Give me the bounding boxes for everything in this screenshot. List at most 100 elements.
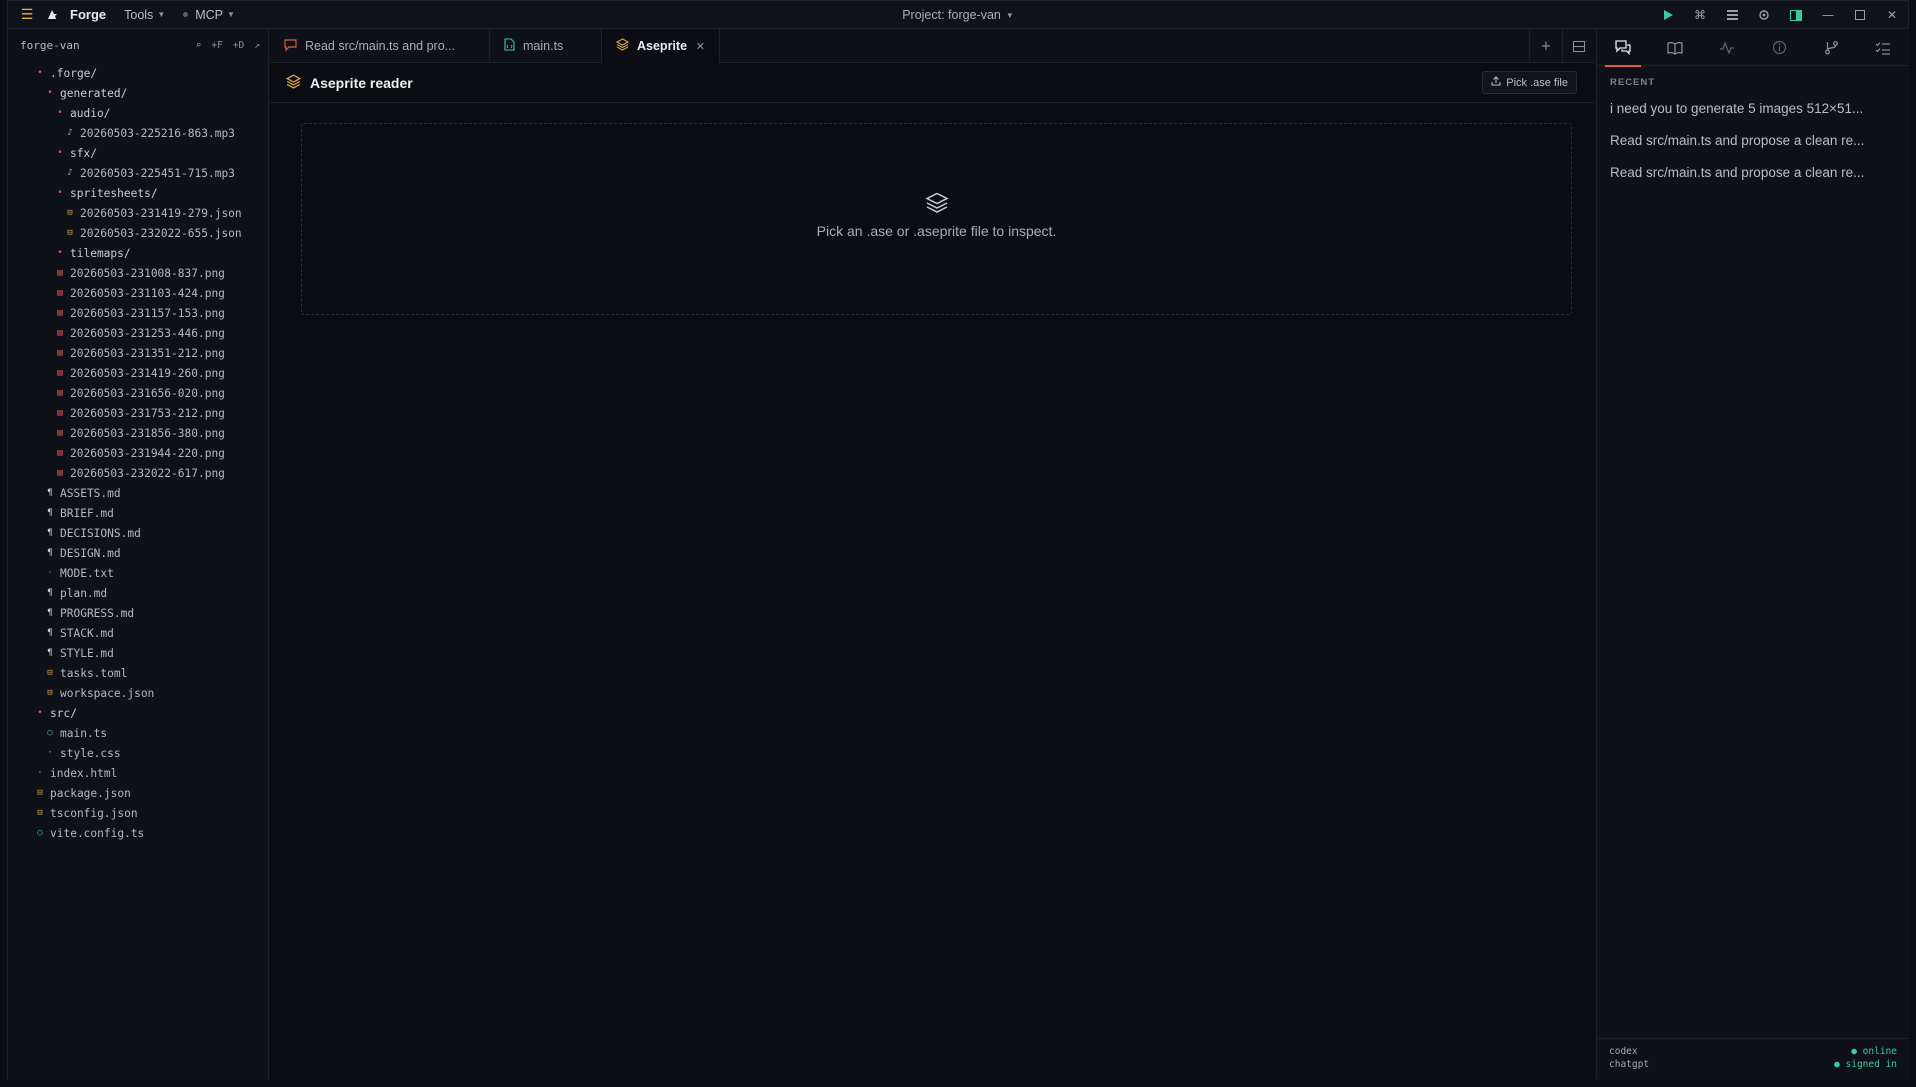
file-item[interactable]: ¶ STYLE.md (8, 643, 268, 663)
tab-aseprite[interactable]: Aseprite ✕ (602, 29, 720, 63)
new-folder-button[interactable]: +D (233, 40, 244, 51)
file-item[interactable]: ♪ 20260503-225451-715.mp3 (8, 163, 268, 183)
settings-icon[interactable] (1748, 1, 1780, 29)
file-item[interactable]: ⊟ tsconfig.json (8, 803, 268, 823)
image-file-icon: ▤ (57, 368, 63, 378)
tab-chat[interactable]: Read src/main.ts and pro... (270, 29, 490, 63)
data-file-icon: ⊟ (47, 668, 53, 678)
tab-label: main.ts (523, 39, 564, 53)
collapse-button[interactable]: ↗ (254, 40, 260, 51)
file-name: 20260503-231157-153.png (70, 306, 225, 320)
project-selector[interactable]: Project: forge-van ▼ (902, 1, 1014, 29)
file-item[interactable]: ¶ STACK.md (8, 623, 268, 643)
git-branch-icon[interactable] (1805, 29, 1857, 66)
file-item[interactable]: ▤ 20260503-231419-260.png (8, 363, 268, 383)
image-file-icon: ▤ (57, 408, 63, 418)
file-item[interactable]: ▤ 20260503-231753-212.png (8, 403, 268, 423)
info-icon[interactable] (1753, 29, 1805, 66)
image-file-icon: ▤ (57, 348, 63, 358)
file-name: MODE.txt (60, 566, 114, 580)
recent-chat-item[interactable]: i need you to generate 5 images 512×51..… (1597, 92, 1909, 124)
app-window: ☰ Forge Tools ▼ MCP ▼ Project: forge-van… (0, 0, 1916, 1087)
file-item[interactable]: ○ main.ts (8, 723, 268, 743)
book-icon[interactable] (1649, 29, 1701, 66)
panel-toggle-icon[interactable] (1780, 1, 1812, 29)
file-item[interactable]: ¶ PROGRESS.md (8, 603, 268, 623)
file-item[interactable]: ▤ 20260503-231157-153.png (8, 303, 268, 323)
file-item[interactable]: ○ vite.config.ts (8, 823, 268, 843)
file-name: 20260503-231656-020.png (70, 386, 225, 400)
hamburger-menu-icon[interactable]: ☰ (20, 7, 34, 23)
maximize-icon[interactable] (1844, 1, 1876, 29)
tab-main-ts[interactable]: main.ts (490, 29, 602, 63)
file-item[interactable]: ¶ ASSETS.md (8, 483, 268, 503)
audio-file-icon: ♪ (67, 128, 73, 138)
file-item[interactable]: ▤ 20260503-231103-424.png (8, 283, 268, 303)
file-item[interactable]: ¶ plan.md (8, 583, 268, 603)
command-icon[interactable]: ⌘ (1684, 1, 1716, 29)
image-file-icon: ▤ (57, 468, 63, 478)
file-name: src/ (50, 706, 77, 720)
panel-title: Aseprite reader (310, 74, 413, 91)
file-item[interactable]: ⊟ package.json (8, 783, 268, 803)
folder-item[interactable]: • tilemaps/ (8, 243, 268, 263)
tools-menu[interactable]: Tools ▼ (124, 8, 165, 22)
markdown-file-icon: ¶ (47, 528, 53, 538)
file-name: STACK.md (60, 626, 114, 640)
pick-ase-file-button[interactable]: Pick .ase file (1482, 71, 1577, 94)
file-drop-zone[interactable]: Pick an .ase or .aseprite file to inspec… (301, 123, 1572, 315)
folder-icon: • (47, 88, 53, 98)
file-item[interactable]: ▤ 20260503-231253-446.png (8, 323, 268, 343)
file-item[interactable]: ▤ 20260503-231008-837.png (8, 263, 268, 283)
upload-icon (1491, 76, 1501, 89)
folder-item[interactable]: • spritesheets/ (8, 183, 268, 203)
file-name: STYLE.md (60, 646, 114, 660)
folder-item[interactable]: • src/ (8, 703, 268, 723)
file-item[interactable]: · index.html (8, 763, 268, 783)
image-file-icon: ▤ (57, 268, 63, 278)
file-item[interactable]: · style.css (8, 743, 268, 763)
minimize-icon[interactable]: — (1812, 1, 1844, 29)
close-tab-icon[interactable]: ✕ (696, 40, 705, 53)
markdown-file-icon: ¶ (47, 628, 53, 638)
file-item[interactable]: ♪ 20260503-225216-863.mp3 (8, 123, 268, 143)
chevron-down-icon: ▼ (1005, 10, 1014, 20)
recent-chat-item[interactable]: Read src/main.ts and propose a clean re.… (1597, 124, 1909, 156)
task-list-icon[interactable] (1857, 29, 1909, 66)
file-item[interactable]: ▤ 20260503-231351-212.png (8, 343, 268, 363)
close-window-icon[interactable]: ✕ (1876, 1, 1908, 29)
tools-menu-label: Tools (124, 7, 154, 22)
file-item[interactable]: ¶ DESIGN.md (8, 543, 268, 563)
file-item[interactable]: ¶ BRIEF.md (8, 503, 268, 523)
chats-icon[interactable] (1597, 29, 1649, 67)
file-name: PROGRESS.md (60, 606, 135, 620)
file-item[interactable]: ⊟ 20260503-231419-279.json (8, 203, 268, 223)
file-item[interactable]: ▤ 20260503-231856-380.png (8, 423, 268, 443)
folder-item[interactable]: • sfx/ (8, 143, 268, 163)
run-icon[interactable] (1652, 1, 1684, 29)
recent-chat-item[interactable]: Read src/main.ts and propose a clean re.… (1597, 156, 1909, 188)
typescript-file-icon: ○ (47, 728, 53, 738)
folder-item[interactable]: • generated/ (8, 83, 268, 103)
file-name: 20260503-232022-655.json (80, 226, 242, 240)
list-icon[interactable] (1716, 1, 1748, 29)
file-item[interactable]: ⊟ workspace.json (8, 683, 268, 703)
new-tab-icon[interactable]: + (1529, 29, 1562, 63)
empty-state: Pick an .ase or .aseprite file to inspec… (302, 192, 1571, 239)
file-item[interactable]: ¶ DECISIONS.md (8, 523, 268, 543)
mcp-menu[interactable]: MCP ▼ (183, 8, 235, 22)
split-view-icon[interactable] (1562, 29, 1595, 63)
file-item[interactable]: · MODE.txt (8, 563, 268, 583)
folder-item[interactable]: • .forge/ (8, 63, 268, 83)
folder-icon: • (37, 68, 43, 78)
file-item[interactable]: ⊟ 20260503-232022-655.json (8, 223, 268, 243)
activity-icon[interactable] (1701, 29, 1753, 66)
file-item[interactable]: ▤ 20260503-232022-617.png (8, 463, 268, 483)
search-files-button[interactable]: ⌕ (196, 40, 202, 51)
new-file-button[interactable]: +F (211, 40, 222, 51)
file-item[interactable]: ▤ 20260503-231944-220.png (8, 443, 268, 463)
file-item[interactable]: ⊟ tasks.toml (8, 663, 268, 683)
file-name: tsconfig.json (50, 806, 138, 820)
folder-item[interactable]: • audio/ (8, 103, 268, 123)
file-item[interactable]: ▤ 20260503-231656-020.png (8, 383, 268, 403)
